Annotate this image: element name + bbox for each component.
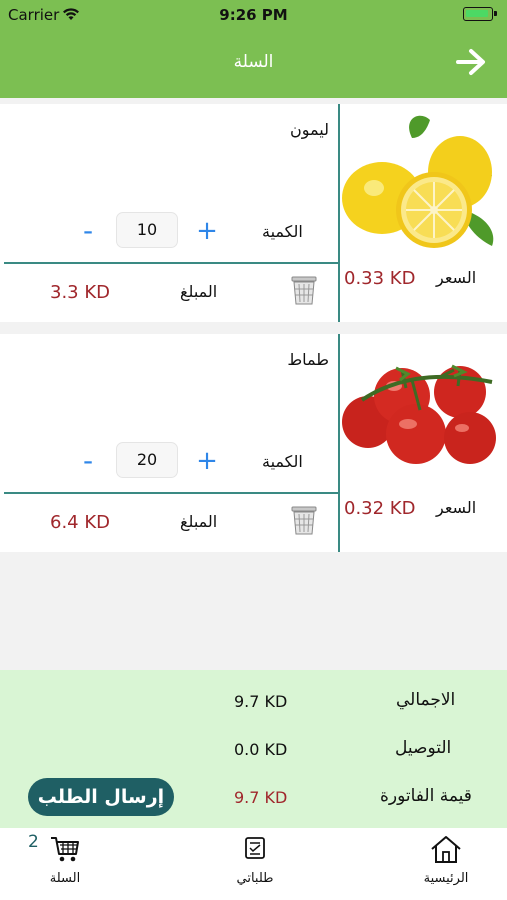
divider	[338, 104, 340, 322]
tab-home-label: الرئيسية	[423, 871, 469, 886]
order-summary: الاجمالي 9.7 KD التوصيل 0.0 KD قيمة الفا…	[0, 670, 507, 828]
invoice-label: قيمة الفاتورة	[380, 786, 472, 806]
tab-home[interactable]: الرئيسية	[400, 828, 492, 900]
increase-button[interactable]: +	[194, 446, 220, 476]
price-value: 0.33 KD	[344, 268, 416, 289]
price-label: السعر	[436, 498, 477, 517]
product-name: ليمون	[290, 120, 329, 139]
decrease-button[interactable]: -	[76, 214, 100, 247]
divider	[338, 334, 340, 552]
lemon-image	[342, 110, 504, 250]
price-label: السعر	[436, 268, 477, 287]
tomato-image	[342, 340, 504, 480]
orders-icon	[243, 836, 267, 864]
invoice-value: 9.7 KD	[234, 788, 288, 807]
trash-icon[interactable]	[289, 274, 319, 306]
home-icon	[430, 834, 462, 868]
cart-item: طماط الكمية - 20 + المبلغ 6.4 KD السعر 0…	[0, 334, 507, 552]
total-value: 9.7 KD	[234, 692, 288, 711]
amount-value: 3.3 KD	[50, 282, 111, 303]
increase-button[interactable]: +	[194, 216, 220, 246]
decrease-button[interactable]: -	[76, 444, 100, 477]
status-time: 9:26 PM	[219, 6, 288, 24]
page-title: السلة	[233, 52, 274, 72]
send-order-button[interactable]: إرسال الطلب	[28, 778, 174, 816]
quantity-label: الكمية	[262, 452, 303, 471]
cart-badge: 2	[28, 832, 39, 852]
quantity-label: الكمية	[262, 222, 303, 241]
price-value: 0.32 KD	[344, 498, 416, 519]
quantity-field[interactable]: 20	[116, 442, 178, 478]
product-name: طماط	[287, 350, 329, 369]
cart-item: ليمون الكمية - 10 + المبلغ 3.3 KD السعر …	[0, 104, 507, 322]
nav-bar: السلة	[0, 28, 507, 98]
tab-orders-label: طلباتي	[236, 871, 274, 886]
delivery-label: التوصيل	[395, 738, 452, 758]
tab-cart-label: السلة	[49, 871, 81, 886]
trash-icon[interactable]	[289, 504, 319, 536]
tab-bar: 2 السلة طلباتي الرئيسية	[0, 828, 507, 900]
amount-value: 6.4 KD	[50, 512, 111, 533]
amount-label: المبلغ	[180, 282, 218, 301]
delivery-value: 0.0 KD	[234, 740, 288, 759]
total-label: الاجمالي	[396, 690, 456, 710]
arrow-right-icon[interactable]	[455, 48, 487, 76]
battery-icon	[463, 7, 497, 21]
status-bar: Carrier 9:26 PM	[0, 0, 507, 28]
cart-icon	[50, 834, 80, 868]
tab-cart[interactable]: 2 السلة	[20, 828, 110, 900]
amount-label: المبلغ	[180, 512, 218, 531]
quantity-field[interactable]: 10	[116, 212, 178, 248]
divider	[4, 492, 338, 494]
divider	[4, 262, 338, 264]
tab-orders[interactable]: طلباتي	[210, 828, 300, 900]
